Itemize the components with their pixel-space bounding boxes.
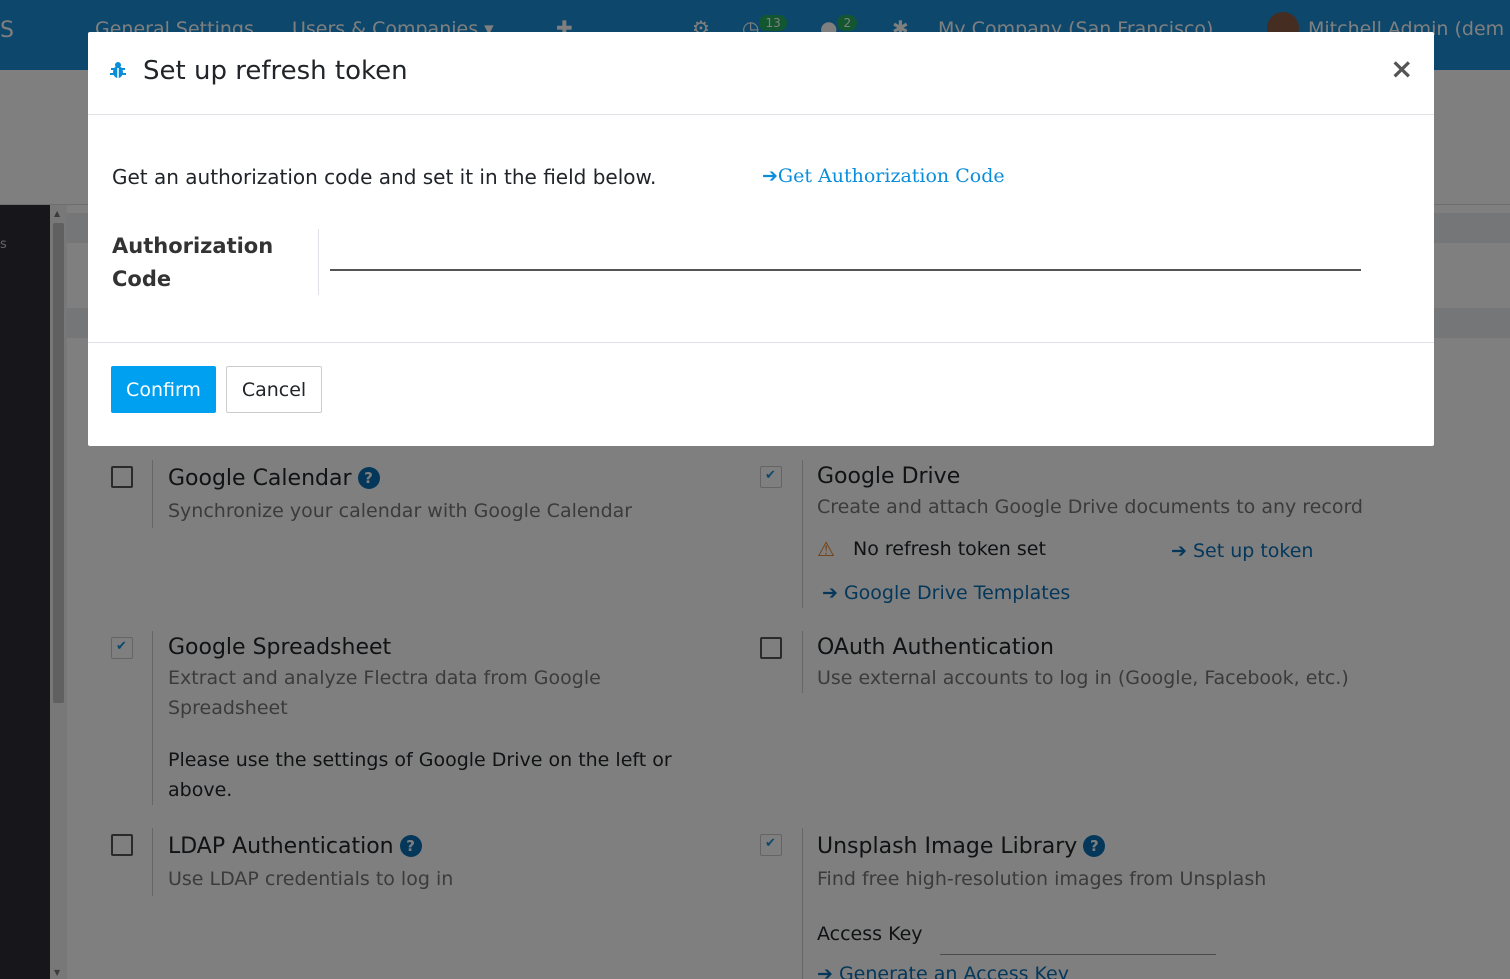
get-authorization-code-link[interactable]: ➔Get Authorization Code [762,165,1005,187]
confirm-button[interactable]: Confirm [111,366,216,413]
dialog-header: Set up refresh token × [88,32,1434,115]
dialog-title: Set up refresh token [143,56,408,86]
arrow-right-icon: ➔ [762,165,778,187]
dialog-footer: Confirm Cancel [88,343,1434,446]
authorization-code-input[interactable] [330,235,1361,271]
cancel-button[interactable]: Cancel [226,366,322,413]
dialog-body: Get an authorization code and set it in … [88,115,1434,343]
authorization-code-label: Authorization Code [112,234,274,291]
label-separator [318,229,319,295]
refresh-token-dialog: Set up refresh token × Get an authorizat… [88,32,1434,446]
close-icon[interactable]: × [1390,52,1413,85]
bug-icon [108,60,128,84]
auth-link-label: Get Authorization Code [777,165,1005,187]
instruction-text: Get an authorization code and set it in … [112,165,657,189]
